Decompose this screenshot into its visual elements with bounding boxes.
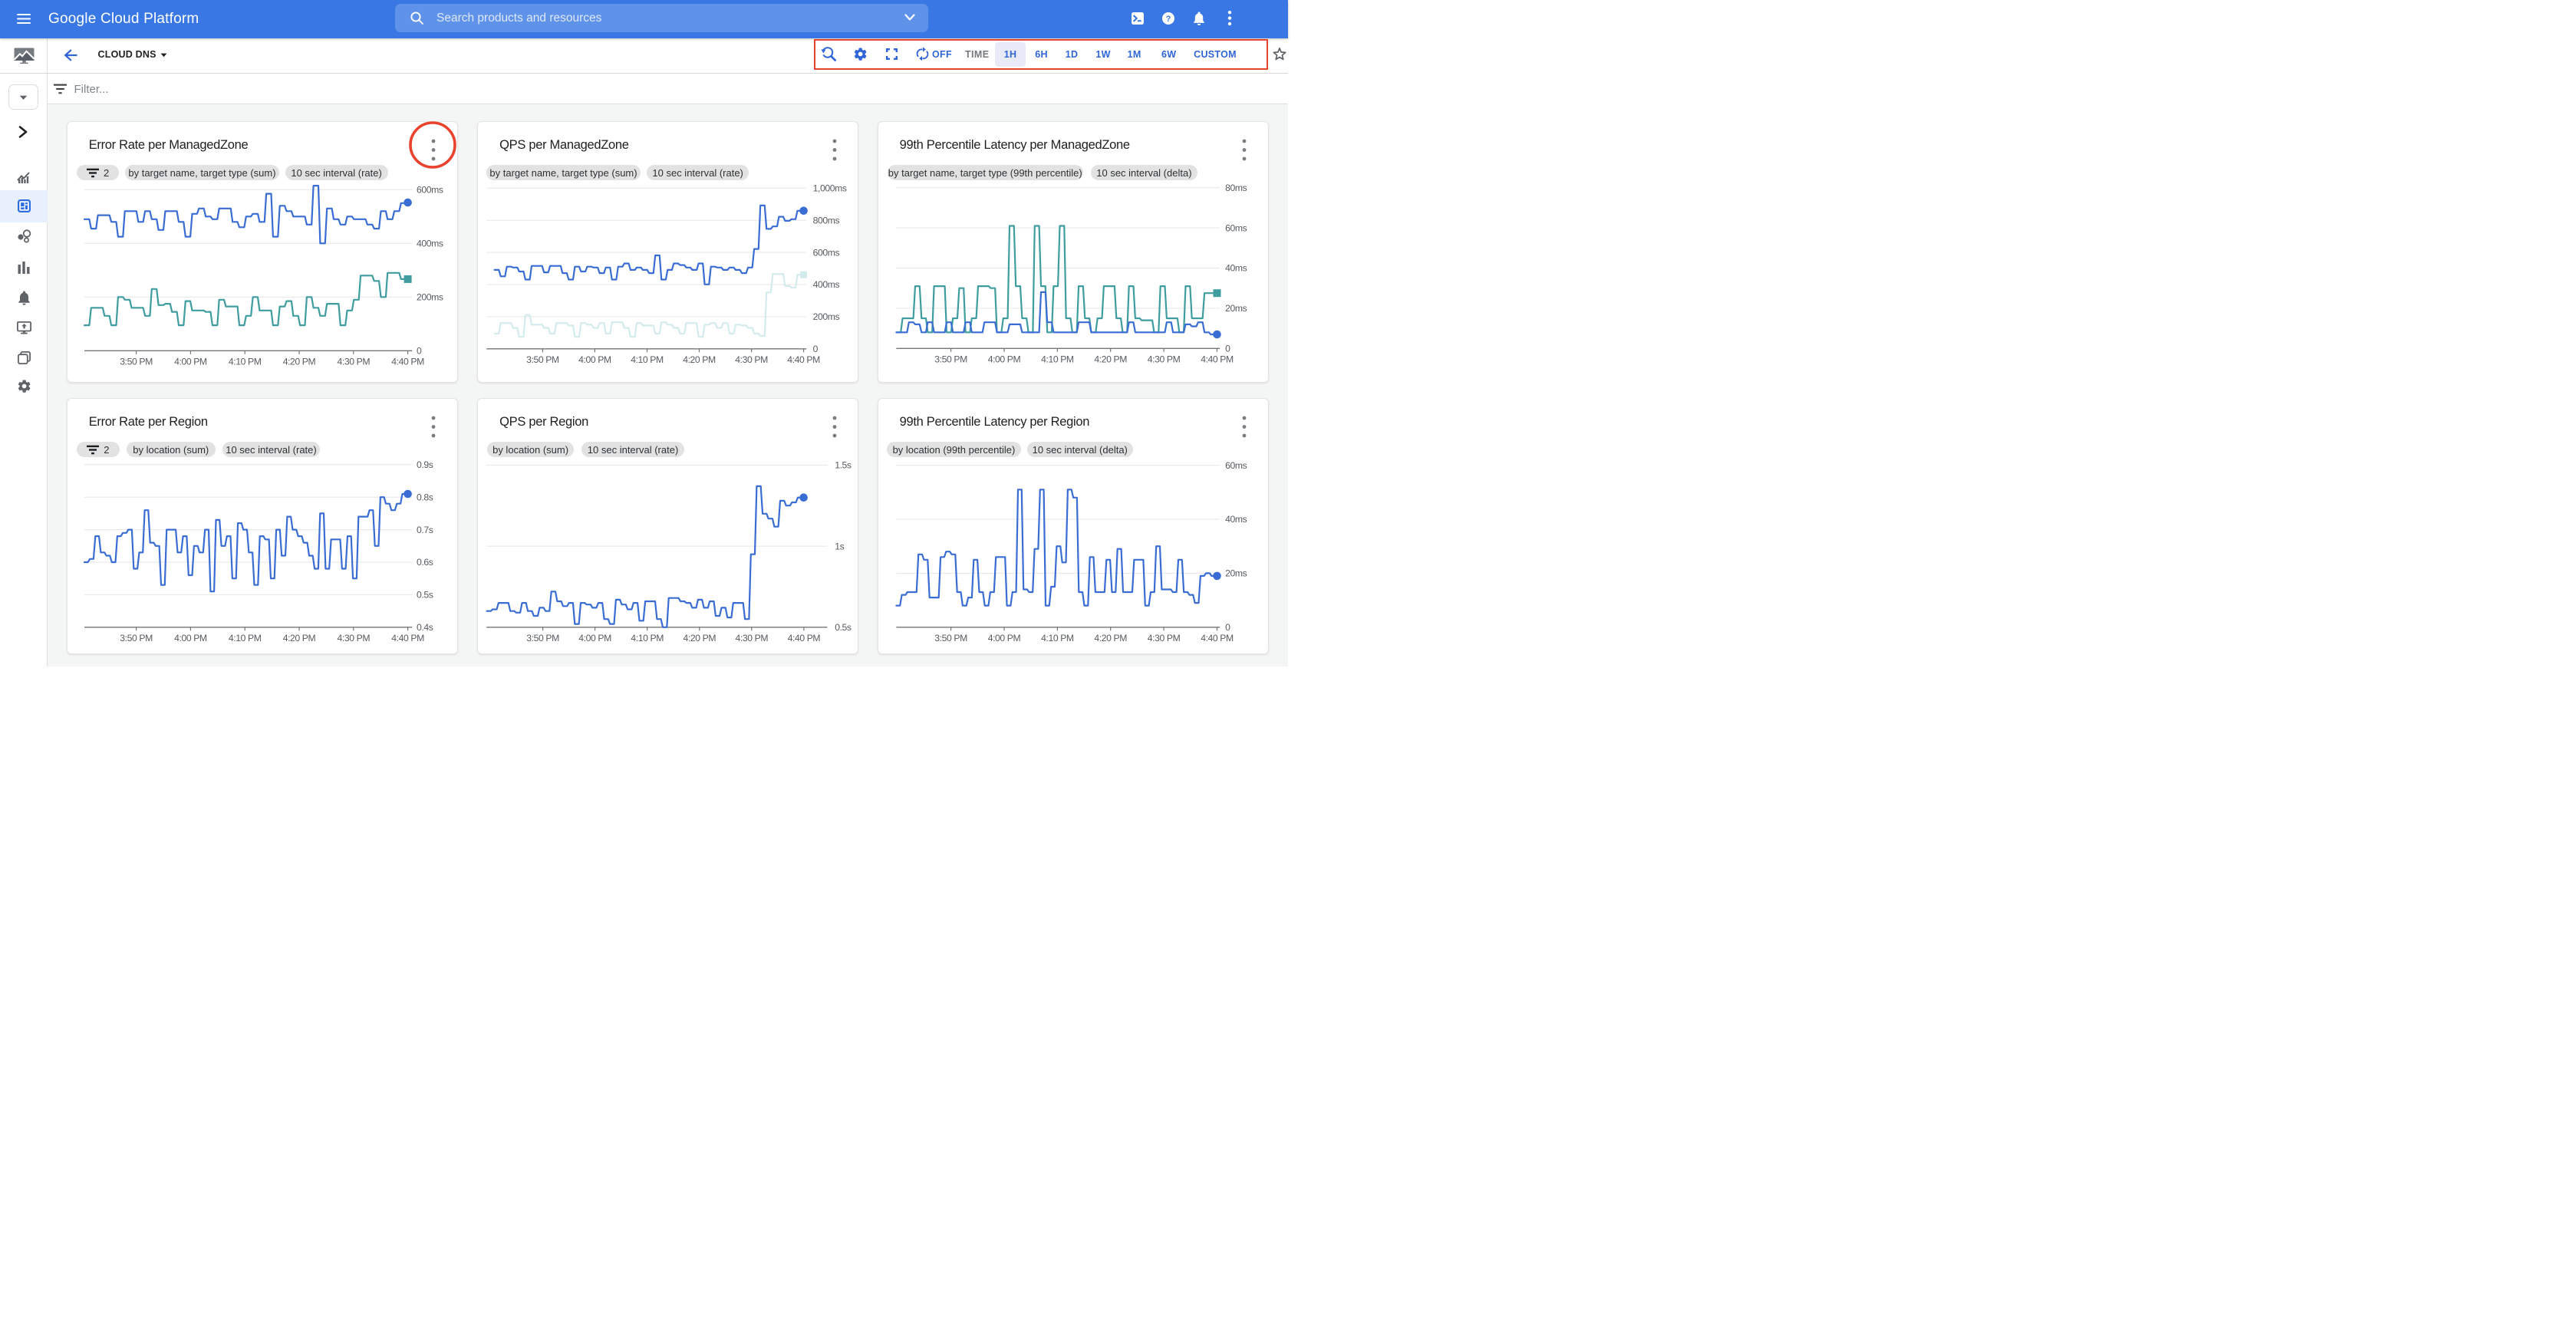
svg-text:4:30 PM: 4:30 PM [736,354,769,365]
svg-text:4:10 PM: 4:10 PM [631,354,664,365]
svg-text:4:20 PM: 4:20 PM [1094,354,1127,364]
svg-text:4:30 PM: 4:30 PM [337,633,370,643]
svg-text:4:10 PM: 4:10 PM [229,356,262,367]
svg-text:60ms: 60ms [1225,222,1247,233]
svg-text:4:10 PM: 4:10 PM [229,633,262,643]
svg-text:600ms: 600ms [813,247,840,258]
svg-text:4:00 PM: 4:00 PM [174,356,207,367]
svg-text:0: 0 [1225,622,1230,633]
svg-text:0.6s: 0.6s [417,557,433,568]
svg-text:20ms: 20ms [1225,568,1247,579]
svg-text:200ms: 200ms [813,311,840,322]
svg-text:60ms: 60ms [1225,460,1247,471]
svg-text:4:40 PM: 4:40 PM [391,356,424,367]
svg-text:3:50 PM: 3:50 PM [527,633,560,643]
svg-text:3:50 PM: 3:50 PM [120,633,153,643]
svg-text:4:20 PM: 4:20 PM [684,354,716,365]
svg-text:0.7s: 0.7s [417,525,433,535]
svg-text:4:40 PM: 4:40 PM [1201,354,1234,364]
svg-text:4:10 PM: 4:10 PM [1041,354,1074,364]
svg-text:4:20 PM: 4:20 PM [283,633,316,643]
svg-text:4:40 PM: 4:40 PM [1201,633,1234,643]
svg-text:4:00 PM: 4:00 PM [174,633,207,643]
svg-text:40ms: 40ms [1225,514,1247,525]
svg-text:4:00 PM: 4:00 PM [578,354,611,365]
svg-text:4:40 PM: 4:40 PM [788,633,821,643]
svg-text:4:00 PM: 4:00 PM [988,633,1021,643]
svg-text:3:50 PM: 3:50 PM [526,354,559,365]
svg-text:4:10 PM: 4:10 PM [1041,633,1074,643]
svg-text:0.5s: 0.5s [417,590,433,601]
svg-text:?: ? [1166,15,1171,24]
svg-text:1s: 1s [835,541,845,551]
svg-text:1,000ms: 1,000ms [813,183,847,194]
svg-text:4:30 PM: 4:30 PM [736,633,769,643]
svg-text:80ms: 80ms [1225,183,1247,193]
svg-text:600ms: 600ms [417,185,443,196]
svg-text:4:30 PM: 4:30 PM [337,356,370,367]
svg-text:4:00 PM: 4:00 PM [579,633,612,643]
svg-text:800ms: 800ms [813,216,840,226]
svg-text:4:30 PM: 4:30 PM [1148,633,1181,643]
svg-text:4:40 PM: 4:40 PM [391,633,424,643]
svg-text:0: 0 [417,346,422,357]
svg-text:200ms: 200ms [417,292,443,303]
svg-text:0.8s: 0.8s [417,492,433,503]
svg-text:4:00 PM: 4:00 PM [988,354,1021,364]
svg-text:40ms: 40ms [1225,263,1247,274]
svg-text:0.9s: 0.9s [417,459,433,470]
svg-text:3:50 PM: 3:50 PM [934,633,967,643]
svg-text:4:10 PM: 4:10 PM [631,633,664,643]
svg-text:400ms: 400ms [417,239,443,249]
svg-text:4:20 PM: 4:20 PM [684,633,716,643]
svg-text:0: 0 [813,344,819,354]
svg-text:3:50 PM: 3:50 PM [934,354,967,364]
svg-text:0.5s: 0.5s [835,622,852,633]
svg-text:400ms: 400ms [813,279,840,290]
svg-text:0: 0 [1225,344,1230,354]
svg-text:3:50 PM: 3:50 PM [120,356,153,367]
svg-text:4:30 PM: 4:30 PM [1148,354,1181,364]
svg-text:0.4s: 0.4s [417,622,433,633]
svg-text:1.5s: 1.5s [835,460,852,471]
svg-text:20ms: 20ms [1225,303,1247,314]
svg-text:4:20 PM: 4:20 PM [283,356,316,367]
svg-text:4:40 PM: 4:40 PM [788,354,821,365]
svg-text:4:20 PM: 4:20 PM [1094,633,1127,643]
